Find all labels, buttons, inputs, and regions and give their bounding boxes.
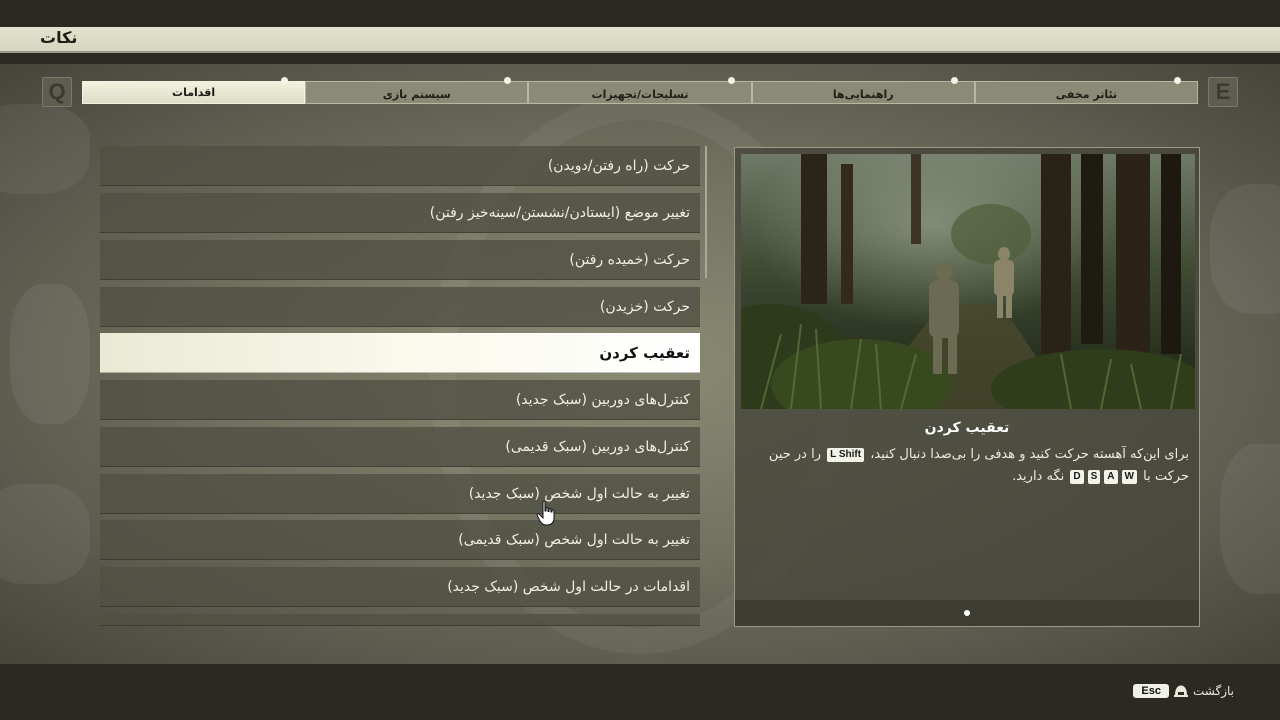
back-button[interactable]: بازگشت Esc [1133, 683, 1234, 699]
title-bar: نکات [0, 27, 1280, 53]
bottom-bar [0, 664, 1280, 720]
back-label: بازگشت [1193, 684, 1234, 698]
lshift-key-icon: L Shift [827, 448, 865, 462]
tab-label: تئاتر مخفی [1055, 88, 1118, 101]
list-item[interactable]: حرکت (خمیده رفتن) [100, 240, 700, 280]
tab-weapons-equipment[interactable]: تسلیحات/تجهیزات [528, 77, 752, 104]
tab-indicator-dot [1174, 77, 1182, 84]
hand-cursor-icon [536, 500, 555, 526]
page-title: نکات [40, 28, 78, 47]
tab-prev-key[interactable]: Q [42, 77, 72, 107]
list-item[interactable]: اقدامات در حالت اول شخص (سبک جدید) [100, 567, 700, 607]
preview-image [741, 154, 1195, 409]
tab-indicator-dot [950, 77, 958, 84]
desc-text: برای این‌که آهسته حرکت کنید و هدفی را بی… [870, 447, 1189, 462]
tab-guides[interactable]: راهنمایی‌ها [751, 77, 975, 104]
tab-stealth-theater[interactable]: تئاتر مخفی [974, 77, 1199, 104]
list-item[interactable]: کنترل‌های دوربین (سبک قدیمی) [100, 427, 700, 467]
tab-game-system[interactable]: سیستم بازی [305, 77, 529, 104]
tab-bar: اقدامات سیستم بازی تسلیحات/تجهیزات راهنم… [82, 77, 1199, 104]
tab-actions[interactable]: اقدامات [82, 77, 306, 104]
w-key-icon: W [1121, 470, 1137, 484]
a-key-icon: A [1104, 470, 1118, 484]
forest-scene-image [741, 154, 1195, 409]
tab-label: راهنمایی‌ها [832, 88, 894, 101]
list-item[interactable]: تغییر به حالت اول شخص (سبک جدید) [100, 474, 700, 514]
panel-pager [735, 600, 1199, 626]
tab-label: تسلیحات/تجهیزات [591, 88, 689, 101]
tab-label: اقدامات [172, 86, 216, 99]
list-item[interactable] [100, 614, 700, 626]
detail-description: برای این‌که آهسته حرکت کنید و هدفی را بی… [749, 444, 1189, 488]
helmet-icon [1174, 685, 1188, 697]
top-bar [0, 0, 1280, 27]
s-key-icon: S [1087, 470, 1101, 484]
esc-key-icon: Esc [1133, 684, 1169, 698]
tab-label: سیستم بازی [382, 88, 451, 101]
tips-list: حرکت (راه رفتن/دویدن) تغییر موضع (ایستاد… [100, 146, 700, 626]
list-item[interactable]: حرکت (خزیدن) [100, 287, 700, 327]
list-scrollbar[interactable] [705, 146, 707, 278]
tab-indicator-dot [281, 77, 289, 84]
list-item[interactable]: حرکت (راه رفتن/دویدن) [100, 146, 700, 186]
tab-indicator-dot [504, 77, 512, 84]
detail-panel: تعقیب کردن برای این‌که آهسته حرکت کنید و… [734, 147, 1200, 627]
list-item-selected[interactable]: تعقیب کردن [100, 333, 700, 373]
pager-dot[interactable] [964, 610, 970, 616]
list-item[interactable]: کنترل‌های دوربین (سبک جدید) [100, 380, 700, 420]
tab-indicator-dot [727, 77, 735, 84]
list-item[interactable]: تغییر به حالت اول شخص (سبک قدیمی) [100, 520, 700, 560]
list-item[interactable]: تغییر موضع (ایستادن/نشستن/سینه‌خیز رفتن) [100, 193, 700, 233]
d-key-icon: D [1070, 470, 1084, 484]
desc-text: نگه دارید. [1012, 469, 1065, 484]
detail-title: تعقیب کردن [924, 420, 1010, 436]
tab-next-key[interactable]: E [1208, 77, 1238, 107]
